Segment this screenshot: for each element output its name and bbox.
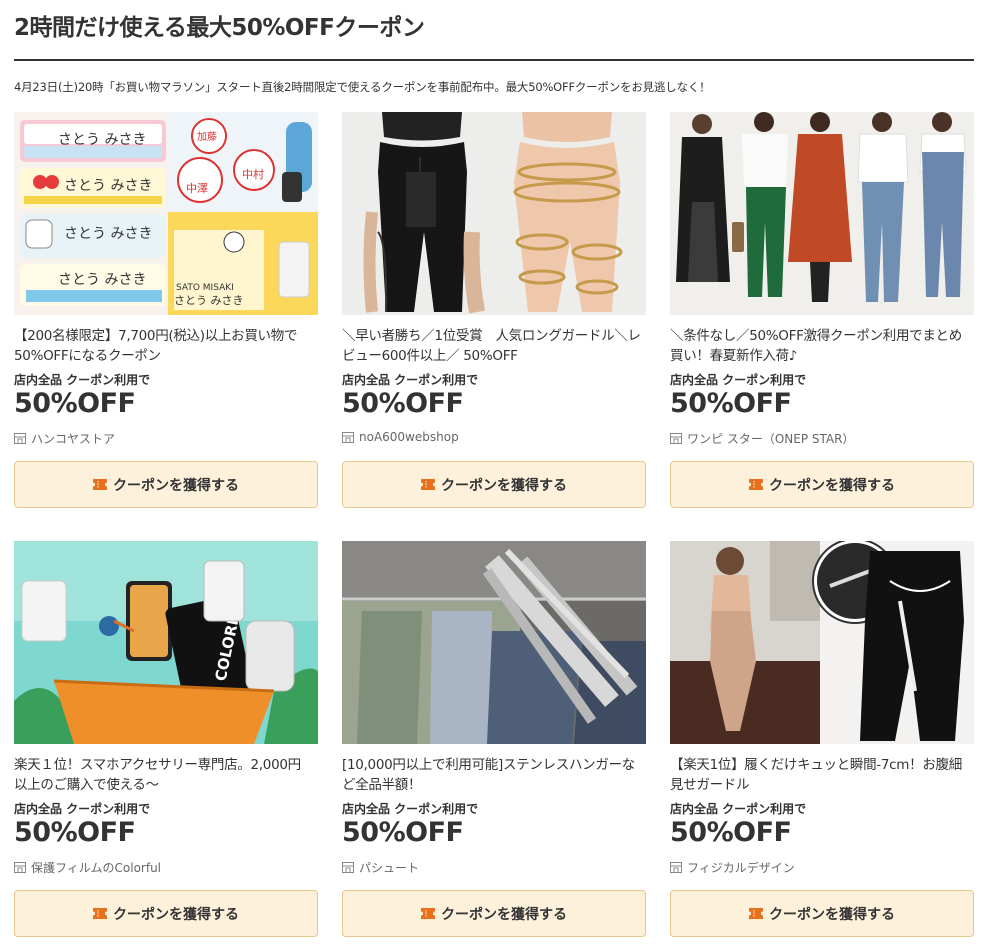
discount-amount: 50%OFF xyxy=(342,388,464,419)
get-coupon-button[interactable]: クーポンを獲得する xyxy=(14,461,318,508)
discount-amount: 50%OFF xyxy=(342,817,464,848)
shop-name[interactable]: 保護フィルムのColorful xyxy=(14,859,161,876)
coupon-title[interactable]: ＼早い者勝ち／1位受賞 人気ロングガードル＼レビュー600件以上／ 50%OFF xyxy=(342,326,642,368)
ticket-icon xyxy=(93,479,107,490)
coupon-title[interactable]: 【200名様限定】7,700円(税込)以上お買い物で50%OFFになるクーポン xyxy=(14,326,314,368)
get-coupon-label: クーポンを獲得する xyxy=(113,477,239,494)
product-image-name-stamps[interactable]: さとう みさき さとう みさき さとう みさき さとう みさき 加藤 中澤 中村… xyxy=(14,112,318,315)
shop-icon xyxy=(342,431,354,443)
ticket-icon xyxy=(421,908,435,919)
coupon-condition: 店内全品 クーポン利用で xyxy=(342,802,479,816)
page-subtitle: 4月23日(土)20時「お買い物マラソン」スタート直後2時間限定で使えるクーポン… xyxy=(14,80,711,94)
get-coupon-button[interactable]: クーポンを獲得する xyxy=(670,461,974,508)
coupon-card: ＼早い者勝ち／1位受賞 人気ロングガードル＼レビュー600件以上／ 50%OFF… xyxy=(342,112,646,541)
shop-name-text: noA600webshop xyxy=(359,430,459,444)
stamp-text: 加藤 xyxy=(197,131,217,143)
coupon-title[interactable]: ＼条件なし／50%OFF激得クーポン利用でまとめ買い！春夏新作入荷♪ xyxy=(670,326,970,368)
label-text: さとう みさき xyxy=(58,272,146,288)
get-coupon-button[interactable]: クーポンを獲得する xyxy=(342,461,646,508)
get-coupon-label: クーポンを獲得する xyxy=(441,477,567,494)
discount-amount: 50%OFF xyxy=(670,817,792,848)
coupon-card: 【楽天1位】履くだけキュッと瞬間-7cm！お腹細見せガードル 店内全品 クーポン… xyxy=(670,541,974,949)
shop-name-text: パシュート xyxy=(359,861,420,875)
shop-icon xyxy=(14,862,26,873)
shop-name-text: フィジカルデザイン xyxy=(687,861,795,875)
get-coupon-button[interactable]: クーポンを獲得する xyxy=(14,890,318,937)
coupon-condition: 店内全品 クーポン利用で xyxy=(342,373,479,387)
stamp-text: 中村 xyxy=(242,167,264,181)
get-coupon-button[interactable]: クーポンを獲得する xyxy=(342,890,646,937)
coupon-grid: さとう みさき さとう みさき さとう みさき さとう みさき 加藤 中澤 中村… xyxy=(14,112,974,949)
coupon-condition: 店内全品 クーポン利用で xyxy=(14,373,151,387)
get-coupon-label: クーポンを獲得する xyxy=(769,477,895,494)
coupon-title[interactable]: 【楽天1位】履くだけキュッと瞬間-7cm！お腹細見せガードル xyxy=(670,755,970,797)
coupon-condition: 店内全品 クーポン利用で xyxy=(670,373,807,387)
stamp-text: SATO MISAKI xyxy=(176,283,234,293)
label-text: さとう みさき xyxy=(64,226,152,242)
product-image-phone-accessories[interactable]: COLORFUL xyxy=(14,541,318,744)
get-coupon-label: クーポンを獲得する xyxy=(441,906,567,923)
label-text: さとう みさき xyxy=(58,132,146,148)
shop-name-text: 保護フィルムのColorful xyxy=(31,861,162,875)
title-divider xyxy=(14,59,974,61)
shop-name[interactable]: ワンピ スター（ONEP STAR） xyxy=(670,430,854,447)
shop-name[interactable]: フィジカルデザイン xyxy=(670,859,795,876)
product-image-women-fashion[interactable] xyxy=(670,112,974,315)
ticket-icon xyxy=(749,479,763,490)
product-image-stainless-hangers[interactable] xyxy=(342,541,646,744)
shop-icon xyxy=(670,433,682,444)
coupon-title[interactable]: 楽天１位！スマホアクセサリー専門店。2,000円以上のご購入で使える～ xyxy=(14,755,314,797)
shop-icon xyxy=(14,433,26,444)
coupon-condition: 店内全品 クーポン利用で xyxy=(14,802,151,816)
shop-name[interactable]: ハンコヤストア xyxy=(14,430,115,447)
coupon-card: ＼条件なし／50%OFF激得クーポン利用でまとめ買い！春夏新作入荷♪ 店内全品 … xyxy=(670,112,974,541)
ticket-icon xyxy=(421,479,435,490)
product-image-long-girdle[interactable] xyxy=(342,112,646,315)
discount-amount: 50%OFF xyxy=(670,388,792,419)
ticket-icon xyxy=(93,908,107,919)
stamp-text: さとう みさき xyxy=(174,294,244,307)
get-coupon-label: クーポンを獲得する xyxy=(769,906,895,923)
stamp-text: 中澤 xyxy=(186,182,208,195)
shop-name-text: ワンピ スター（ONEP STAR） xyxy=(687,432,855,446)
discount-amount: 50%OFF xyxy=(14,388,136,419)
coupon-condition: 店内全品 クーポン利用で xyxy=(670,802,807,816)
shop-name[interactable]: noA600webshop xyxy=(342,430,459,444)
coupon-card: さとう みさき さとう みさき さとう みさき さとう みさき 加藤 中澤 中村… xyxy=(14,112,318,541)
get-coupon-button[interactable]: クーポンを獲得する xyxy=(670,890,974,937)
coupon-card: COLORFUL 楽天１位！スマホアクセサリー専門店。2,000円以上のご購入で… xyxy=(14,541,318,949)
page-title: 2時間だけ使える最大50%OFFクーポン xyxy=(14,15,425,41)
coupon-title[interactable]: [10,000円以上で利用可能]ステンレスハンガーなど全品半額！ xyxy=(342,755,642,797)
shop-name[interactable]: パシュート xyxy=(342,859,419,876)
discount-amount: 50%OFF xyxy=(14,817,136,848)
ticket-icon xyxy=(749,908,763,919)
shop-icon xyxy=(670,862,682,873)
shop-icon xyxy=(342,862,354,873)
product-image-waist-girdle[interactable] xyxy=(670,541,974,744)
label-text: さとう みさき xyxy=(64,178,152,194)
coupon-card: [10,000円以上で利用可能]ステンレスハンガーなど全品半額！ 店内全品 クー… xyxy=(342,541,646,949)
shop-name-text: ハンコヤストア xyxy=(31,432,116,446)
get-coupon-label: クーポンを獲得する xyxy=(113,906,239,923)
